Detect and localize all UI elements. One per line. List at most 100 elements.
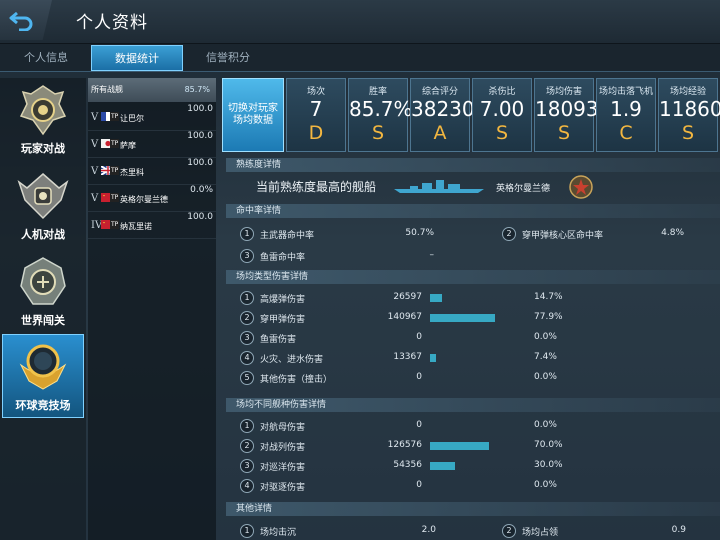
damage-ship-title: 场均不同舰种伤害详情 bbox=[226, 398, 720, 412]
mode-pvp[interactable]: 玩家对战 bbox=[2, 78, 84, 162]
stat-label: 杀伤比 bbox=[488, 87, 516, 97]
row-value: 0 bbox=[416, 372, 422, 382]
proficiency-title: 熟练度详情 bbox=[226, 158, 720, 172]
stat-grade: S bbox=[557, 122, 571, 144]
stat-grade: S bbox=[495, 122, 509, 144]
row-value: 0 bbox=[416, 332, 422, 342]
row-label: 对驱逐伤害 bbox=[260, 483, 306, 493]
damage-bar-track bbox=[430, 334, 514, 342]
row-percent: 77.9% bbox=[534, 312, 563, 322]
damage-bar-fill bbox=[430, 442, 489, 450]
ship-name: 英格尔曼兰德 bbox=[120, 195, 168, 204]
stat-card-games: 场次 7 D bbox=[286, 78, 346, 152]
ship-tier: V bbox=[91, 166, 99, 177]
ship-name: 杰里科 bbox=[120, 168, 144, 177]
stat-value: 11860 bbox=[659, 97, 720, 121]
ship-tier: V bbox=[91, 139, 99, 150]
back-button[interactable] bbox=[0, 0, 52, 40]
ship-row[interactable]: IV TP 纳瓦里诺 100.0 bbox=[88, 212, 216, 239]
damage-row: 5 其他伤害（撞击） 0 0.0% bbox=[240, 368, 720, 388]
row-value: 0 bbox=[416, 420, 422, 430]
row-number: 1 bbox=[240, 419, 254, 433]
tab-data-stats[interactable]: 数据统计 bbox=[91, 45, 183, 71]
mode-arena[interactable]: 环球竞技场 bbox=[2, 334, 84, 418]
row-number: 2 bbox=[240, 311, 254, 325]
stat-label: 场均经验 bbox=[669, 87, 706, 97]
top-bar: 个人资料 bbox=[0, 0, 720, 44]
row-percent: 30.0% bbox=[534, 460, 563, 470]
tab-credit-score[interactable]: 信誉积分 bbox=[182, 45, 274, 71]
pvp-badge-icon bbox=[19, 85, 67, 136]
row-number: 5 bbox=[240, 371, 254, 385]
stat-value: 7.00 bbox=[479, 97, 525, 121]
row-number: 1 bbox=[240, 291, 254, 305]
row-value: 2.0 bbox=[421, 525, 436, 535]
ship-list-all[interactable]: 所有战舰 85.7% bbox=[88, 78, 216, 102]
stat-label: 场均伤害 bbox=[545, 87, 582, 97]
row-label: 对战列伤害 bbox=[260, 443, 306, 453]
ship-all-value: 85.7% bbox=[184, 85, 210, 94]
row-number: 2 bbox=[502, 524, 516, 538]
ship-name: 萨摩 bbox=[120, 141, 136, 150]
tab-personal-info[interactable]: 个人信息 bbox=[0, 45, 92, 71]
hit-rate-row: 2 穿甲弹核心区命中率 4.8% bbox=[502, 224, 720, 244]
stat-card-planes: 场均击落飞机 1.9 C bbox=[596, 78, 656, 152]
tp-badge-icon: TP bbox=[110, 139, 120, 148]
row-label: 场均击沉 bbox=[260, 528, 297, 538]
mode-pve[interactable]: 人机对战 bbox=[2, 164, 84, 248]
ship-row[interactable]: V TP 让巴尔 100.0 bbox=[88, 104, 216, 131]
stat-value: 180932 bbox=[535, 97, 612, 121]
mode-label: 环球竞技场 bbox=[15, 399, 71, 412]
damage-row: 1 对航母伤害 0 0.0% bbox=[240, 416, 720, 436]
damage-bar-fill bbox=[430, 314, 495, 322]
row-percent: 0.0% bbox=[534, 420, 557, 430]
ship-all-label: 所有战舰 bbox=[91, 85, 123, 94]
stat-card-exp: 场均经验 11860 S bbox=[658, 78, 720, 152]
damage-row: 4 火灾、进水伤害 13367 7.4% bbox=[240, 348, 720, 368]
row-number: 1 bbox=[240, 227, 254, 241]
ship-value: 100.0 bbox=[187, 212, 213, 222]
stat-grade: A bbox=[433, 122, 447, 144]
ship-row[interactable]: V TP 萨摩 100.0 bbox=[88, 131, 216, 158]
row-number: 4 bbox=[240, 479, 254, 493]
row-percent: 14.7% bbox=[534, 292, 563, 302]
row-label: 高爆弹伤害 bbox=[260, 295, 306, 305]
damage-row: 3 对巡洋伤害 54356 30.0% bbox=[240, 456, 720, 476]
world-badge-icon bbox=[20, 257, 66, 305]
stat-label: 场均击落飞机 bbox=[598, 87, 653, 97]
row-label: 主武器命中率 bbox=[260, 231, 315, 241]
damage-bar-track bbox=[430, 462, 514, 470]
damage-row: 2 穿甲弹伤害 140967 77.9% bbox=[240, 308, 720, 328]
stat-card-winrate: 胜率 85.7% S bbox=[348, 78, 413, 152]
row-value: 0.9 bbox=[671, 525, 686, 535]
damage-type-panel: 场均类型伤害详情 1 高爆弹伤害 26597 14.7% 2 穿甲弹伤害 140967 77.… bbox=[226, 270, 720, 394]
mode-world[interactable]: 世界闯关 bbox=[2, 250, 84, 334]
switch-average-button[interactable]: 切换对玩家场均数据 bbox=[222, 78, 284, 152]
stat-label: 场次 bbox=[306, 87, 325, 97]
tp-badge-icon: TP bbox=[110, 112, 120, 121]
proficiency-panel: 熟练度详情 当前熟练度最高的舰船 英格尔曼兰德 bbox=[226, 158, 720, 204]
arena-badge-icon bbox=[19, 344, 67, 390]
stat-card-score: 综合评分 38230 A bbox=[410, 78, 475, 152]
stat-card-damage: 场均伤害 180932 S bbox=[534, 78, 612, 152]
row-percent: 0.0% bbox=[534, 332, 557, 342]
damage-bar-track bbox=[430, 374, 514, 382]
stat-grade: D bbox=[308, 122, 324, 144]
battleship-silhouette-icon bbox=[394, 180, 484, 193]
row-percent: 0.0% bbox=[534, 372, 557, 382]
damage-bar-track bbox=[430, 314, 514, 322]
ship-name: 让巴尔 bbox=[120, 114, 144, 123]
page-title: 个人资料 bbox=[76, 13, 148, 33]
damage-bar-fill bbox=[430, 462, 455, 470]
ship-value: 100.0 bbox=[187, 131, 213, 141]
stat-value: 7 bbox=[309, 97, 323, 121]
ship-row[interactable]: V TP 英格尔曼兰德 0.0% bbox=[88, 185, 216, 212]
row-percent: 7.4% bbox=[534, 352, 557, 362]
hit-rate-title: 命中率详情 bbox=[226, 204, 720, 218]
row-value: 13367 bbox=[393, 352, 422, 362]
ship-tier: V bbox=[91, 193, 99, 204]
row-value: 0 bbox=[416, 480, 422, 490]
ship-value: 100.0 bbox=[187, 104, 213, 114]
ship-row[interactable]: V TP 杰里科 100.0 bbox=[88, 158, 216, 185]
other-row: 1 场均击沉 2.0 bbox=[240, 521, 460, 540]
